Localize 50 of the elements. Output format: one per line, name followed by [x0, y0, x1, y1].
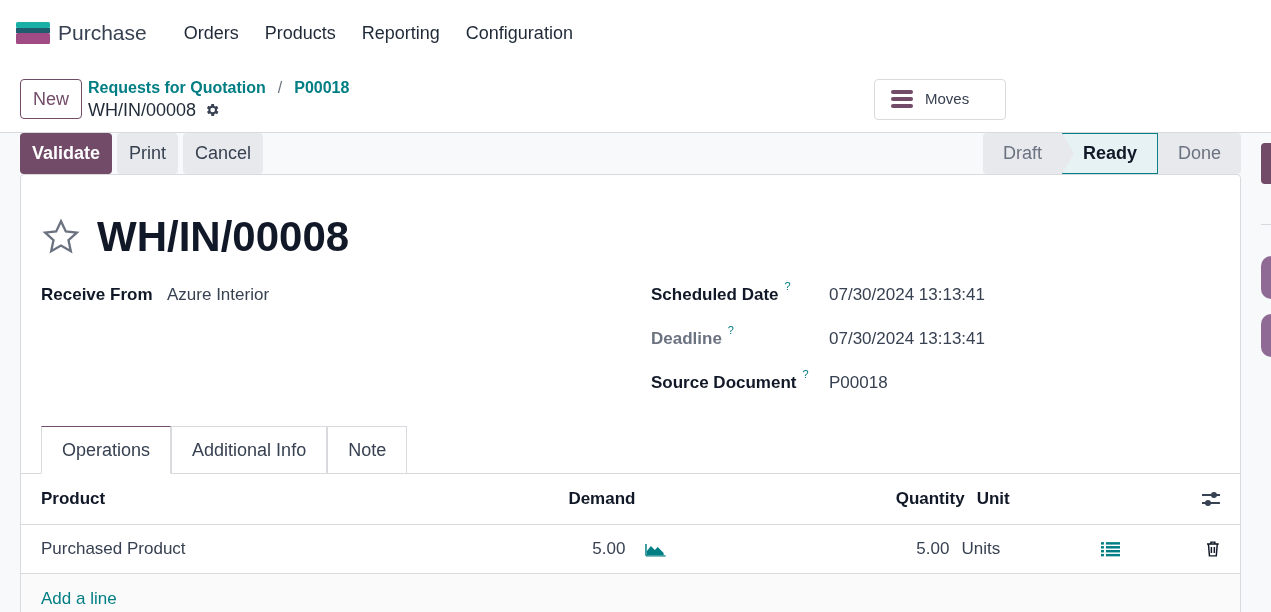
field-value[interactable]: 07/30/2024 13:13:41 [829, 326, 985, 352]
column-header[interactable]: Unit [976, 486, 1203, 512]
menu-item[interactable]: Orders [170, 19, 252, 47]
menu-icon [891, 90, 913, 108]
status-stage[interactable]: Done [1157, 133, 1241, 174]
field-label: Receive From [41, 284, 154, 307]
field-label: Scheduled Date [651, 284, 779, 307]
field-value[interactable]: Azure Interior [167, 282, 270, 308]
form-tab[interactable]: Note [327, 426, 408, 474]
status-stage[interactable]: Draft [982, 133, 1062, 174]
avatar [1261, 256, 1271, 299]
record-title: WH/IN/00008 [97, 212, 350, 262]
field-label: Deadline [651, 328, 722, 351]
status-stage[interactable]: Ready [1061, 133, 1158, 174]
table-cell-text: Purchased Product [41, 538, 187, 561]
trash-icon[interactable] [1206, 541, 1220, 557]
help-tooltip[interactable]: ? [727, 324, 734, 337]
column-header[interactable]: Demand [525, 486, 636, 512]
menu-item[interactable]: Products [251, 19, 349, 47]
area-chart-icon[interactable] [645, 541, 666, 557]
form-tab[interactable]: Additional Info [171, 426, 328, 474]
column-header[interactable]: Product [41, 486, 526, 512]
column-header[interactable]: Quantity [635, 486, 965, 512]
new-button[interactable]: New [20, 79, 82, 119]
breadcrumb-link[interactable]: P00018 [294, 77, 350, 99]
moves-button[interactable]: Moves [874, 78, 1006, 120]
help-tooltip[interactable]: ? [784, 280, 791, 293]
table-cell-text: Units [961, 538, 1002, 561]
field-label: Source Document [651, 372, 797, 395]
sliders-icon[interactable] [1202, 491, 1220, 507]
form-tab[interactable]: Operations [41, 426, 172, 474]
breadcrumb-link[interactable]: Requests for Quotation [88, 77, 266, 99]
menu-item[interactable]: Configuration [452, 19, 586, 47]
table-cell-text: 5.00 [591, 538, 626, 561]
gear-icon[interactable] [204, 102, 221, 118]
help-tooltip[interactable]: ? [802, 368, 809, 381]
avatar [1261, 314, 1271, 357]
breadcrumb-separator: / [277, 78, 283, 98]
app-logo-icon[interactable] [16, 22, 50, 44]
field-value[interactable]: P00018 [829, 370, 888, 396]
app-name[interactable]: Purchase [58, 17, 147, 49]
list-icon[interactable] [1100, 541, 1121, 557]
table-cell-text: 5.00 [915, 538, 950, 561]
action-button[interactable]: Print [117, 133, 179, 174]
field-value[interactable]: 07/30/2024 13:13:41 [829, 282, 985, 308]
record-name: WH/IN/00008 [88, 99, 197, 121]
action-button[interactable]: Validate [20, 133, 113, 174]
add-line-link[interactable]: Add a line [41, 589, 117, 608]
menu-item[interactable]: Reporting [348, 19, 453, 47]
action-button[interactable]: Cancel [183, 133, 264, 174]
